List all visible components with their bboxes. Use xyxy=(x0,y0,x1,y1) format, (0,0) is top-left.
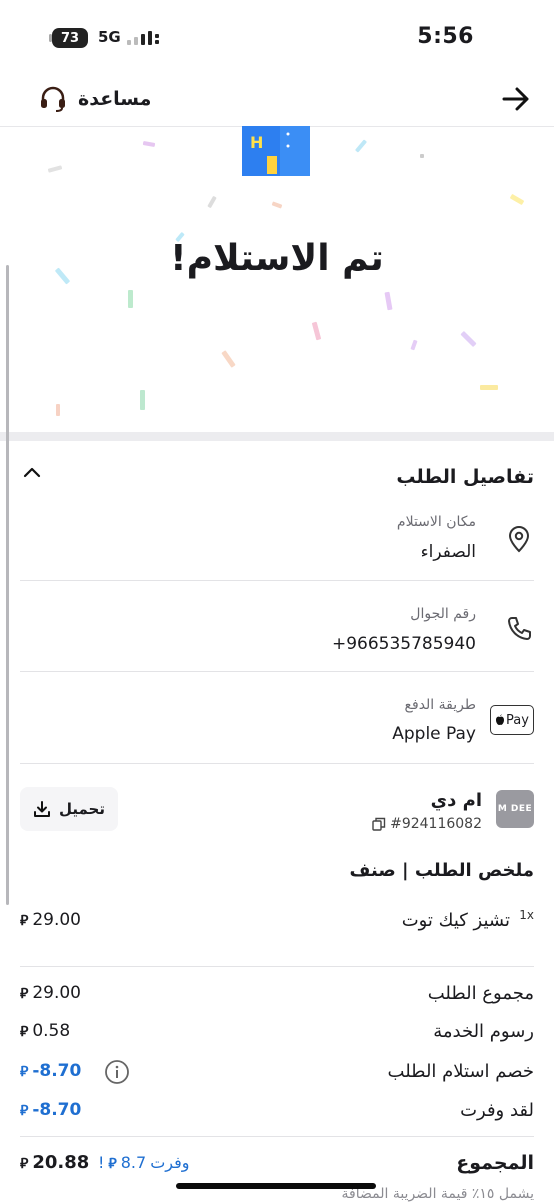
battery-indicator: 73 xyxy=(49,28,88,48)
info-icon[interactable] xyxy=(104,1059,130,1085)
store-illustration: H xyxy=(242,126,310,176)
status-time: 5:56 xyxy=(417,24,474,49)
apple-pay-icon: Pay xyxy=(490,705,534,735)
phone-label: رقم الجوال xyxy=(410,606,476,622)
top-nav: مساعدة xyxy=(0,72,554,127)
you-saved-label: لقد وفرت xyxy=(460,1100,534,1121)
pickup-confirmed-title: تم الاستلام! xyxy=(170,238,384,279)
headset-icon xyxy=(41,86,65,112)
help-button[interactable]: مساعدة xyxy=(38,84,151,114)
row-divider xyxy=(20,1136,534,1137)
total-label: المجموع xyxy=(456,1152,534,1174)
service-fee-amount: ⃁ 0.58 xyxy=(20,1021,71,1041)
download-label: تحميل xyxy=(58,800,105,818)
riyal-icon: ⃁ xyxy=(108,1155,117,1172)
home-indicator[interactable] xyxy=(176,1183,376,1189)
pickup-location-value: الصفراء xyxy=(420,542,476,562)
section-divider xyxy=(0,432,554,441)
subtotal-label: مجموع الطلب xyxy=(427,983,534,1004)
merchant-name: ام دي xyxy=(430,790,482,811)
copy-icon[interactable] xyxy=(372,817,386,831)
pickup-location-label: مكان الاستلام xyxy=(396,514,476,530)
item-price: ⃁ 29.00 xyxy=(20,910,81,930)
riyal-icon: ⃁ xyxy=(20,1155,29,1172)
payment-method-label: طريقة الدفع xyxy=(404,697,476,713)
order-summary-title: ملخص الطلب | صنف xyxy=(349,860,534,881)
location-pin-icon xyxy=(508,526,530,553)
riyal-icon: ⃁ xyxy=(20,1024,29,1040)
order-number[interactable]: #924116082 xyxy=(372,816,482,832)
download-icon xyxy=(33,801,50,817)
riyal-icon: ⃁ xyxy=(20,1064,29,1080)
item-quantity: 1x xyxy=(519,908,534,922)
saved-note: ! ⃁ 8.7 وفرت xyxy=(98,1153,190,1172)
total-amount: ⃁ 20.88 xyxy=(20,1152,90,1173)
row-divider xyxy=(20,671,534,672)
riyal-icon: ⃁ xyxy=(20,986,29,1002)
payment-method-value: Apple Pay xyxy=(392,724,476,744)
you-saved-amount: ⃁ -8.70 xyxy=(20,1100,82,1120)
svg-text:H: H xyxy=(250,133,263,152)
chevron-up-icon[interactable] xyxy=(22,464,42,480)
scrollbar[interactable] xyxy=(6,265,9,905)
apple-logo-icon xyxy=(496,714,505,725)
pickup-discount-label: خصم استلام الطلب xyxy=(387,1061,534,1082)
merchant-logo: M DEE xyxy=(496,790,534,828)
network-type: 5G xyxy=(98,28,121,46)
row-divider xyxy=(20,763,534,764)
item-name: تشيز كيك توت xyxy=(401,910,510,931)
riyal-icon: ⃁ xyxy=(20,1103,29,1119)
back-arrow-icon[interactable] xyxy=(500,84,532,114)
pickup-discount-amount: ⃁ -8.70 xyxy=(20,1061,82,1081)
phone-value: +966535785940 xyxy=(331,634,476,654)
order-details-title: تفاصيل الطلب xyxy=(396,466,534,488)
phone-icon xyxy=(508,617,531,640)
subtotal-amount: ⃁ 29.00 xyxy=(20,983,81,1003)
signal-icon xyxy=(127,31,159,45)
row-divider xyxy=(20,580,534,581)
help-label: مساعدة xyxy=(78,88,152,110)
row-divider xyxy=(20,966,534,967)
riyal-icon: ⃁ xyxy=(20,913,29,929)
service-fee-label: رسوم الخدمة xyxy=(433,1021,534,1042)
download-button[interactable]: تحميل xyxy=(20,787,118,831)
